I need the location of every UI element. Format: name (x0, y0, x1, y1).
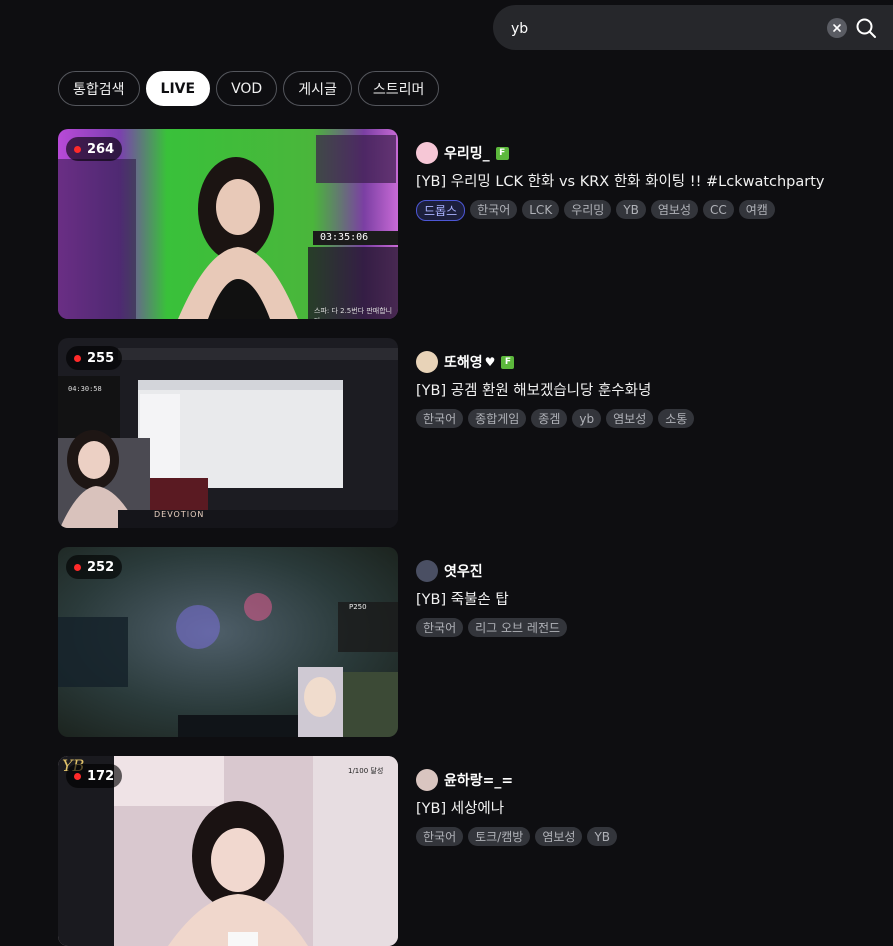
viewer-count-badge: 252 (66, 555, 123, 579)
tag-list: 드롭스 한국어 LCK 우리밍 YB 염보성 CC 여캠 (416, 200, 886, 221)
search-tabs: 통합검색 LIVE VOD 게시글 스트리머 (58, 71, 440, 106)
stream-info: 윤하랑=_= [YB] 세상에나 한국어 토크/캠방 염보성 YB (416, 768, 886, 846)
tab-integrated-search[interactable]: 통합검색 (58, 71, 140, 106)
streamer-row[interactable]: 윤하랑=_= (416, 768, 886, 792)
tag[interactable]: 염보성 (650, 200, 698, 219)
stream-info: 또해영 ♥ F [YB] 공겜 환원 해보겠습니당 훈수화녕 한국어 종합게임 … (416, 350, 886, 428)
tag[interactable]: 한국어 (470, 200, 518, 219)
tag-list: 한국어 토크/캠방 염보성 YB (416, 827, 886, 846)
streamer-name[interactable]: 우리밍_ (444, 143, 490, 163)
stream-title[interactable]: [YB] 우리밍 LCK 한화 vs KRX 한화 화이팅 !! #Lckwat… (416, 170, 886, 191)
viewer-count-badge: 264 (66, 137, 123, 161)
tag[interactable]: 염보성 (606, 409, 654, 428)
stream-thumbnail[interactable]: 1/100 달성 YB 172 (58, 756, 398, 946)
stream-thumbnail[interactable]: P250 252 (58, 547, 398, 737)
streamer-row[interactable]: 우리밍_ F (416, 141, 886, 165)
live-dot-icon (74, 772, 81, 780)
tag[interactable]: 토크/캠방 (468, 827, 531, 846)
stream-card[interactable]: 03:35:06 스파: 다 2.5번다 판매합니다 264 우리밍_ F [Y… (58, 129, 893, 319)
viewer-count-badge: 172 (66, 764, 123, 788)
viewer-count: 172 (87, 768, 115, 784)
stream-info: 우리밍_ F [YB] 우리밍 LCK 한화 vs KRX 한화 화이팅 !! … (416, 141, 886, 221)
tag[interactable]: 한국어 (416, 409, 464, 428)
close-icon (833, 24, 841, 32)
avatar[interactable] (416, 560, 438, 582)
partner-badge-icon: F (495, 146, 509, 160)
live-dot-icon (74, 145, 81, 153)
tab-posts[interactable]: 게시글 (283, 71, 352, 106)
tag[interactable]: 소통 (658, 409, 695, 428)
tab-live[interactable]: LIVE (145, 71, 211, 106)
stream-timer: 04:30:58 (68, 385, 102, 393)
clear-search-button[interactable] (827, 18, 847, 38)
stream-thumbnail[interactable]: 03:35:06 스파: 다 2.5번다 판매합니다 264 (58, 129, 398, 319)
stream-title[interactable]: [YB] 죽불손 탑 (416, 588, 886, 609)
tab-streamers[interactable]: 스트리머 (357, 71, 440, 106)
tag[interactable]: yb (572, 409, 602, 428)
tag[interactable]: 여캠 (738, 200, 775, 219)
tag[interactable]: YB (587, 827, 618, 846)
tag[interactable]: 종겜 (531, 409, 568, 428)
stream-info: 엿우진 [YB] 죽불손 탑 한국어 리그 오브 레전드 (416, 559, 886, 637)
streamer-name[interactable]: 또해영 (444, 352, 483, 372)
stream-title[interactable]: [YB] 공겜 환원 해보겠습니당 훈수화녕 (416, 379, 886, 400)
live-dot-icon (74, 354, 81, 362)
overlay-text: 1/100 달성 (348, 767, 384, 775)
search-input[interactable] (509, 5, 813, 52)
streamer-row[interactable]: 엿우진 (416, 559, 886, 583)
tag[interactable]: 우리밍 (564, 200, 612, 219)
stream-card[interactable]: 1/100 달성 YB 172 윤하랑=_= [YB] 세상에나 한국어 토크/… (58, 756, 893, 946)
tab-vod[interactable]: VOD (216, 71, 278, 106)
tag[interactable]: 염보성 (535, 827, 583, 846)
tag[interactable]: 종합게임 (468, 409, 527, 428)
overlay-text: P250 (349, 603, 367, 611)
streamer-name[interactable]: 윤하랑=_= (444, 770, 513, 790)
viewer-count: 252 (87, 559, 115, 575)
stream-title[interactable]: [YB] 세상에나 (416, 797, 886, 818)
tag[interactable]: 한국어 (416, 827, 464, 846)
tag-list: 한국어 종합게임 종겜 yb 염보성 소통 (416, 409, 886, 428)
streamer-name[interactable]: 엿우진 (444, 561, 483, 581)
tag[interactable]: YB (616, 200, 646, 219)
tag[interactable]: 리그 오브 레전드 (468, 618, 568, 637)
overlay-chat-line: 스파: 다 2.5번다 판매합니다 (314, 307, 393, 319)
partner-badge-icon: F (501, 355, 515, 369)
stream-card[interactable]: P250 252 엿우진 [YB] 죽불손 탑 한국어 리그 오브 레전드 (58, 547, 893, 737)
avatar[interactable] (416, 769, 438, 791)
tag[interactable]: CC (703, 200, 734, 219)
avatar[interactable] (416, 351, 438, 373)
stream-card[interactable]: 04:30:58 DEVOTION 255 또해영 ♥ F [YB] 공겜 환원… (58, 338, 893, 528)
avatar[interactable] (416, 142, 438, 164)
heart-icon: ♥ (484, 355, 496, 369)
tag[interactable]: LCK (522, 200, 560, 219)
live-dot-icon (74, 563, 81, 571)
tag-drops[interactable]: 드롭스 (416, 200, 466, 221)
streamer-row[interactable]: 또해영 ♥ F (416, 350, 886, 374)
tag[interactable]: 한국어 (416, 618, 464, 637)
stream-thumbnail[interactable]: 04:30:58 DEVOTION 255 (58, 338, 398, 528)
tag-list: 한국어 리그 오브 레전드 (416, 618, 886, 637)
viewer-count: 264 (87, 141, 115, 157)
search-icon[interactable] (855, 17, 877, 39)
viewer-count-badge: 255 (66, 346, 123, 370)
stream-timer: 03:35:06 (320, 232, 369, 243)
search-bar (493, 5, 893, 52)
overlay-text: DEVOTION (154, 510, 205, 519)
viewer-count: 255 (87, 350, 115, 366)
